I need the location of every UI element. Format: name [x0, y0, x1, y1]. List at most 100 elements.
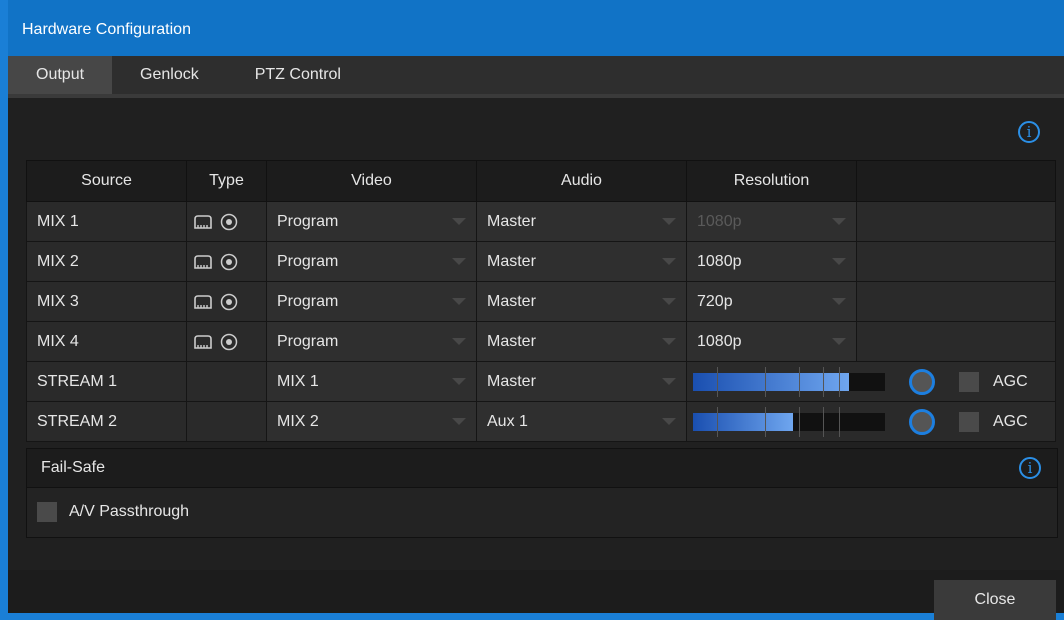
video-value: Program	[277, 292, 339, 310]
video-value: MIX 1	[277, 372, 319, 390]
chevron-down-icon	[662, 218, 676, 225]
audio-level-cell: AGC	[686, 361, 1056, 402]
video-dropdown[interactable]: Program	[267, 282, 476, 321]
agc-checkbox[interactable]	[959, 371, 979, 392]
hardware-configuration-window: Hardware Configuration Output Genlock PT…	[8, 0, 1064, 620]
audio-gain-knob[interactable]	[909, 408, 935, 435]
resolution-cell: 1080p	[686, 201, 857, 242]
audio-value: Master	[487, 212, 536, 230]
record-icon	[220, 213, 238, 230]
resolution-dropdown[interactable]: 1080p	[687, 242, 856, 281]
record-icon	[220, 293, 238, 310]
agc-label: AGC	[993, 412, 1028, 430]
audio-dropdown[interactable]: Master	[477, 362, 686, 401]
video-dropdown[interactable]: MIX 2	[267, 402, 476, 441]
type-cell	[186, 241, 267, 282]
meter-tick	[799, 406, 800, 437]
audio-gain-knob[interactable]	[909, 368, 935, 395]
output-table: Source Type Video Audio Resolution MIX 1	[26, 160, 1056, 442]
chevron-down-icon	[832, 258, 846, 265]
table-row: MIX 4 Program Master 1080p	[26, 321, 1056, 362]
meter-tick	[839, 406, 840, 437]
audio-dropdown[interactable]: Aux 1	[477, 402, 686, 441]
resolution-cell: 720p	[686, 281, 857, 322]
video-dropdown[interactable]: MIX 1	[267, 362, 476, 401]
header-type: Type	[186, 160, 267, 202]
audio-value: Aux 1	[487, 412, 528, 430]
passthrough-label: A/V Passthrough	[69, 503, 190, 520]
video-cell: Program	[266, 321, 477, 362]
resolution-dropdown: 1080p	[687, 202, 856, 241]
fail-safe-header: Fail-Safe	[27, 449, 1057, 488]
type-cell	[186, 321, 267, 362]
resolution-dropdown[interactable]: 1080p	[687, 322, 856, 361]
ndi-icon	[194, 294, 212, 309]
audio-level-cell: AGC	[686, 401, 1056, 442]
audio-dropdown[interactable]: Master	[477, 202, 686, 241]
video-dropdown[interactable]: Program	[267, 242, 476, 281]
type-cell	[186, 281, 267, 322]
audio-cell: Master	[476, 281, 687, 322]
video-value: Program	[277, 212, 339, 230]
video-dropdown[interactable]: Program	[267, 322, 476, 361]
audio-value: Master	[487, 292, 536, 310]
table-row: STREAM 1 MIX 1 Master AGC	[26, 361, 1056, 402]
header-source: Source	[26, 160, 187, 202]
tab-genlock[interactable]: Genlock	[112, 56, 227, 94]
tab-ptz-control[interactable]: PTZ Control	[227, 56, 369, 94]
chevron-down-icon	[832, 218, 846, 225]
info-icon[interactable]: i	[1019, 457, 1041, 479]
chevron-down-icon	[452, 218, 466, 225]
type-cell	[186, 361, 267, 402]
video-cell: MIX 1	[266, 361, 477, 402]
tab-output[interactable]: Output	[8, 56, 113, 94]
extra-cell	[856, 321, 1056, 362]
resolution-value: 1080p	[697, 212, 742, 230]
table-row: MIX 3 Program Master 720p	[26, 281, 1056, 322]
table-row: MIX 1 Program Master 1080p	[26, 201, 1056, 242]
ndi-icon	[194, 334, 212, 349]
info-icon[interactable]: i	[1018, 121, 1040, 143]
chevron-down-icon	[452, 418, 466, 425]
agc-checkbox[interactable]	[959, 411, 979, 432]
chevron-down-icon	[452, 378, 466, 385]
video-value: MIX 2	[277, 412, 319, 430]
meter-tick	[823, 366, 824, 397]
header-resolution: Resolution	[686, 160, 857, 202]
video-cell: MIX 2	[266, 401, 477, 442]
extra-cell	[856, 201, 1056, 242]
video-cell: Program	[266, 201, 477, 242]
header-blank	[856, 160, 1056, 202]
title-bar: Hardware Configuration	[8, 0, 1064, 56]
resolution-value: 1080p	[697, 252, 742, 270]
window-title: Hardware Configuration	[22, 21, 191, 38]
source-cell: MIX 3	[26, 281, 187, 322]
video-dropdown[interactable]: Program	[267, 202, 476, 241]
audio-cell: Master	[476, 241, 687, 282]
record-icon	[220, 333, 238, 350]
meter-tick	[717, 366, 718, 397]
resolution-dropdown[interactable]: 720p	[687, 282, 856, 321]
audio-dropdown[interactable]: Master	[477, 242, 686, 281]
audio-cell: Master	[476, 321, 687, 362]
source-cell: MIX 4	[26, 321, 187, 362]
chevron-down-icon	[832, 338, 846, 345]
ndi-icon	[194, 214, 212, 229]
video-value: Program	[277, 332, 339, 350]
chevron-down-icon	[832, 298, 846, 305]
audio-dropdown[interactable]: Master	[477, 282, 686, 321]
passthrough-checkbox[interactable]	[37, 502, 57, 522]
video-cell: Program	[266, 281, 477, 322]
extra-cell	[856, 241, 1056, 282]
resolution-cell: 1080p	[686, 321, 857, 362]
close-button[interactable]: Close	[934, 580, 1056, 620]
meter-tick	[839, 366, 840, 397]
passthrough-row[interactable]: A/V Passthrough	[27, 488, 1057, 536]
audio-value: Master	[487, 252, 536, 270]
audio-value: Master	[487, 372, 536, 390]
audio-dropdown[interactable]: Master	[477, 322, 686, 361]
chevron-down-icon	[662, 378, 676, 385]
resolution-cell: 1080p	[686, 241, 857, 282]
type-cell	[186, 201, 267, 242]
agc-label: AGC	[993, 372, 1028, 390]
